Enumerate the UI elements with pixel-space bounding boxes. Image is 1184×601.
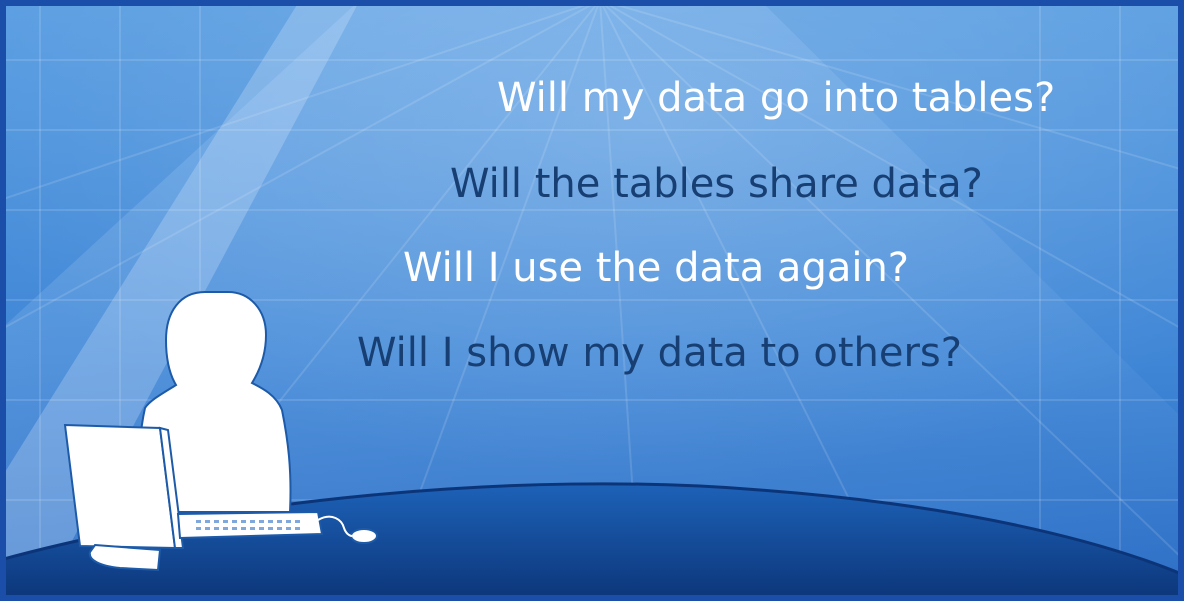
person-at-computer-icon <box>63 291 378 572</box>
slide: Will my data go into tables? Will the ta… <box>0 0 1184 601</box>
